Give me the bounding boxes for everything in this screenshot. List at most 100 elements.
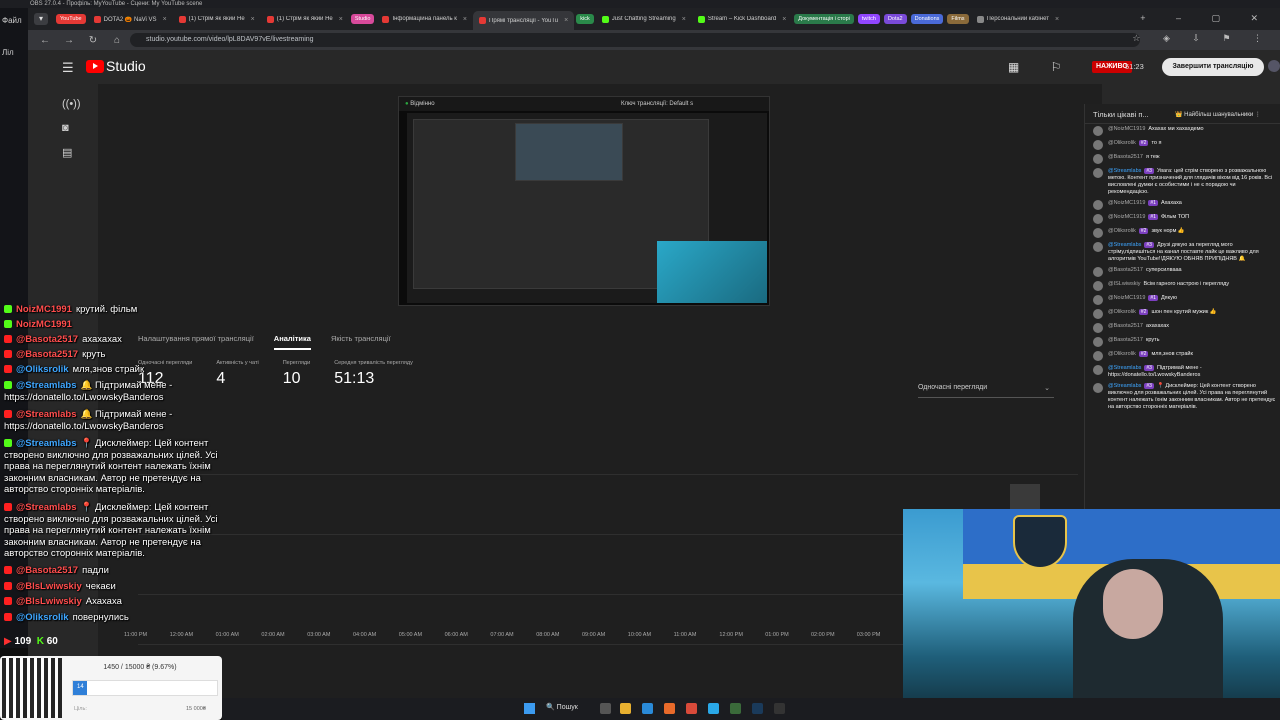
calendar-icon[interactable]: ▤ [62,146,72,159]
browser-tab[interactable]: Just Chatting Streaming × [596,11,692,27]
steam-icon[interactable] [752,703,763,714]
chat-message[interactable]: @Oliksrolik #2 мля,знов страйк [1093,351,1277,361]
back-icon[interactable]: ← [38,35,52,46]
camera-icon[interactable]: ◙ [62,122,69,134]
close-icon[interactable]: × [251,16,255,23]
chat-author[interactable]: @Basota2517 [1108,323,1143,329]
chat-author[interactable]: @Oliksrolik [1108,140,1136,146]
chat-author[interactable]: @Basota2517 [1108,337,1143,343]
task-view-icon[interactable] [600,703,611,714]
bookmark-chip[interactable]: Studio [350,14,375,24]
chat-message[interactable]: @Streamlabs #3 📍 Дисклеймер: Цей контент с… [1093,383,1277,411]
tab-label: Персональний кабінет [986,16,1049,22]
chat-author[interactable]: @Basota2517 [1108,154,1143,160]
browser-tab[interactable]: Персональний кабінет × [971,11,1066,27]
chat-sort[interactable]: 👑 Найбільш шанувальники ⋮ [1175,111,1261,118]
chat-author[interactable]: @Streamlabs [1108,365,1141,371]
donation-progress: 14 [72,680,218,696]
chat-author[interactable]: @Streamlabs [1108,168,1141,174]
chat-message[interactable]: @Basota2517 суперсилвааа [1093,267,1277,277]
chat-message[interactable]: @Streamlabs #3 Увага: цей стрім створено з… [1093,168,1277,196]
end-stream-button[interactable]: Завершити трансляцію [1162,58,1264,76]
overlay-author: @Streamlabs [16,380,77,391]
close-icon[interactable]: × [463,16,467,23]
time-tick-label: 05:00 AM [398,632,423,638]
url-input[interactable]: studio.youtube.com/video/lpL8DAV97vE/liv… [130,33,1140,47]
chat-author[interactable]: @Basota2517 [1108,267,1143,273]
chat-message[interactable]: @Basota2517 я теж [1093,154,1277,164]
youtube-logo-icon[interactable] [86,60,104,73]
overlay-author: @Streamlabs [16,409,77,420]
tab-label: Прямі трансляції - YouTu [489,17,559,24]
chat-author[interactable]: @NoizMC1919 [1108,200,1145,206]
browser-tab[interactable]: (1) Стрім як який Не × [173,11,261,27]
bookmark-chip[interactable]: Dota2 [883,14,907,24]
browser-tab[interactable]: (1) Стрім як який Не × [261,11,349,27]
folder-icon[interactable] [620,703,631,714]
reload-icon[interactable]: ↻ [86,35,100,46]
chat-message[interactable]: @Basota2517 ахахахах [1093,323,1277,333]
chat-message[interactable]: @Streamlabs #3 Підтримай мене - https://do… [1093,365,1277,379]
close-icon[interactable]: × [682,16,686,23]
obs-icon[interactable] [774,703,785,714]
bookmark-chip[interactable]: YouTube [56,14,86,24]
chat-message[interactable]: @Basota2517 круть [1093,337,1277,347]
chat-message[interactable]: @NoizMC1919 #1 Фільм ТОП [1093,214,1277,224]
window-controls[interactable]: + – ▢ ✕ [1140,13,1272,24]
avatar[interactable] [1268,60,1280,72]
home-icon[interactable]: ⌂ [110,35,124,46]
tab-stream-quality[interactable]: Якість трансляції [331,328,391,350]
chat-author[interactable]: @Oliksrolik [1108,228,1136,234]
close-icon[interactable]: × [564,17,568,24]
bookmark-chip[interactable]: twitch [857,14,880,24]
kick-viewers: 60 [46,636,58,647]
bookmark-chip[interactable]: Films [947,14,969,24]
chat-message[interactable]: @Streamlabs #3 Друзі дякую за перегляд мог… [1093,242,1277,263]
chat-author[interactable]: @Streamlabs [1108,383,1141,389]
chat-header: Тільки цікаві п... 👑 Найбільш шанувальни… [1085,104,1280,124]
app-icon[interactable] [730,703,741,714]
chrome-icon[interactable] [686,703,697,714]
taskbar-search[interactable]: 🔍 Пошук [546,703,578,711]
close-icon[interactable]: × [1055,16,1059,23]
chat-message[interactable]: @Oliksrolik #2 то я [1093,140,1277,150]
tab-menu-button[interactable]: ▾ [34,13,48,25]
close-icon[interactable]: × [163,16,167,23]
tab-active[interactable]: Прямі трансляції - YouTu × [473,11,575,30]
emblem-icon [1013,515,1067,569]
chat-message[interactable]: @NoizMC1919 #1 Дякую [1093,295,1277,305]
chat-author[interactable]: @NoizMC1919 [1108,295,1145,301]
chat-author[interactable]: @Streamlabs [1108,242,1141,248]
chat-message[interactable]: @NoizMC1919 Ахахах ми хахахдемо [1093,126,1277,136]
obs-menu-file[interactable]: Файл [2,16,22,25]
chat-author[interactable]: @NoizMC1919 [1108,126,1145,132]
edge-icon[interactable] [642,703,653,714]
browser-tab[interactable]: Stream – Kick Dashboard × [692,11,792,27]
chat-author[interactable]: @NoizMC1919 [1108,214,1145,220]
chat-message[interactable]: @Oliksrolik #2 звук норм 👍 [1093,228,1277,238]
close-icon[interactable]: × [782,16,786,23]
chat-author[interactable]: @ISLwiwskiy [1108,281,1140,287]
start-icon[interactable] [524,703,535,714]
telegram-icon[interactable] [708,703,719,714]
menu-icon[interactable]: ☰ [62,60,74,76]
browser-tab[interactable]: DOTA2 🎃 NaVi VS × [88,11,173,27]
bookmark-chip[interactable]: Документація і сторі [794,14,854,24]
bookmark-chip[interactable]: kick [576,14,594,24]
extension-icons[interactable]: ☆ ◈ ⇩ ⚑ ⋮ [1132,33,1272,44]
close-icon[interactable]: × [339,16,343,23]
chat-message[interactable]: @NoizMC1919 #1 Ахахаха [1093,200,1277,210]
metric-select[interactable]: Одночасні перегляди ⌄ [918,384,1054,398]
forward-icon[interactable]: → [62,35,76,46]
broadcast-icon[interactable]: ((•)) [62,98,81,110]
bookmark-chip[interactable]: Donations [910,14,944,24]
chat-message[interactable]: @ISLwiwskiy Всім гарного настрою і перегл… [1093,281,1277,291]
overlay-text: чекаєи [85,581,116,592]
chat-title[interactable]: Тільки цікаві п... [1093,110,1149,119]
stream-key-select[interactable]: Ключ трансляції: Default s [621,97,693,111]
chat-message[interactable]: @Oliksrolik #2 шон пен крутий мужик 👍 [1093,309,1277,319]
chat-author[interactable]: @Oliksrolik [1108,309,1136,315]
browser-tab[interactable]: Інформаційна панель к × [376,11,473,27]
chat-author[interactable]: @Oliksrolik [1108,351,1136,357]
firefox-icon[interactable] [664,703,675,714]
